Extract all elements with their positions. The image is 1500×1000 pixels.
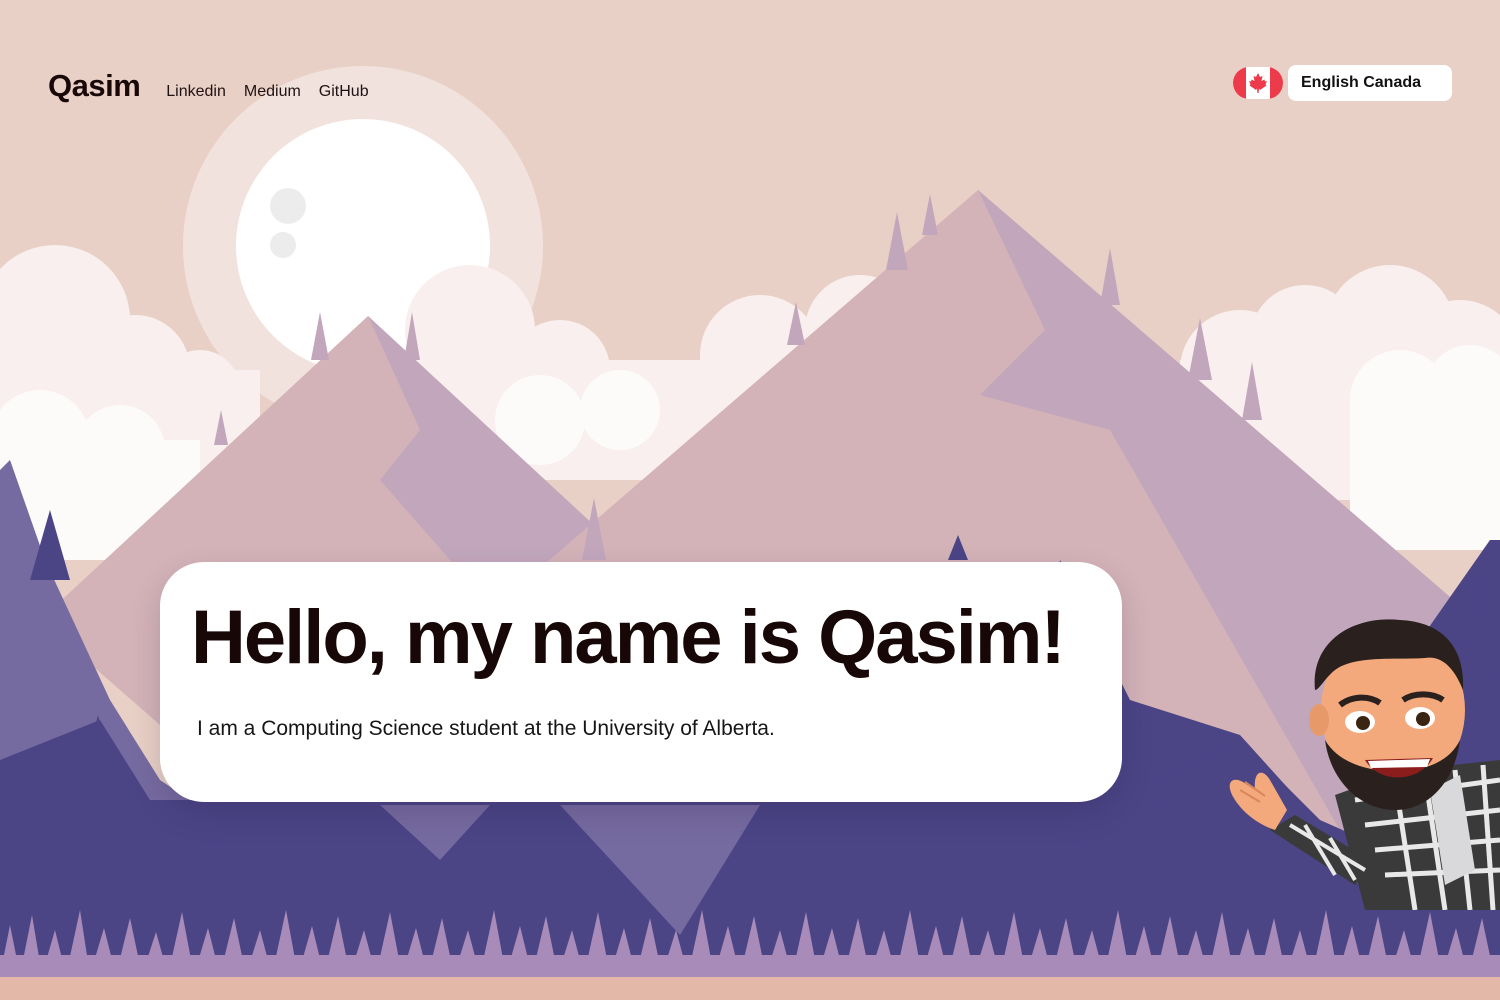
canada-flag-icon xyxy=(1233,67,1283,99)
hero-title: Hello, my name is Qasim! xyxy=(191,595,1066,680)
brand-logo[interactable]: Qasim xyxy=(48,68,141,104)
hero-card: Hello, my name is Qasim! I am a Computin… xyxy=(160,562,1122,802)
top-nav: Qasim Linkedin Medium GitHub xyxy=(48,68,369,104)
avatar-illustration xyxy=(1229,619,1500,910)
language-picker: English Canada xyxy=(1233,65,1452,101)
nav-link-github[interactable]: GitHub xyxy=(319,83,369,101)
nav-link-medium[interactable]: Medium xyxy=(244,83,301,101)
nav-link-linkedin[interactable]: Linkedin xyxy=(166,83,226,101)
hero-subtitle: I am a Computing Science student at the … xyxy=(197,717,775,740)
language-select[interactable]: English Canada xyxy=(1288,65,1452,101)
